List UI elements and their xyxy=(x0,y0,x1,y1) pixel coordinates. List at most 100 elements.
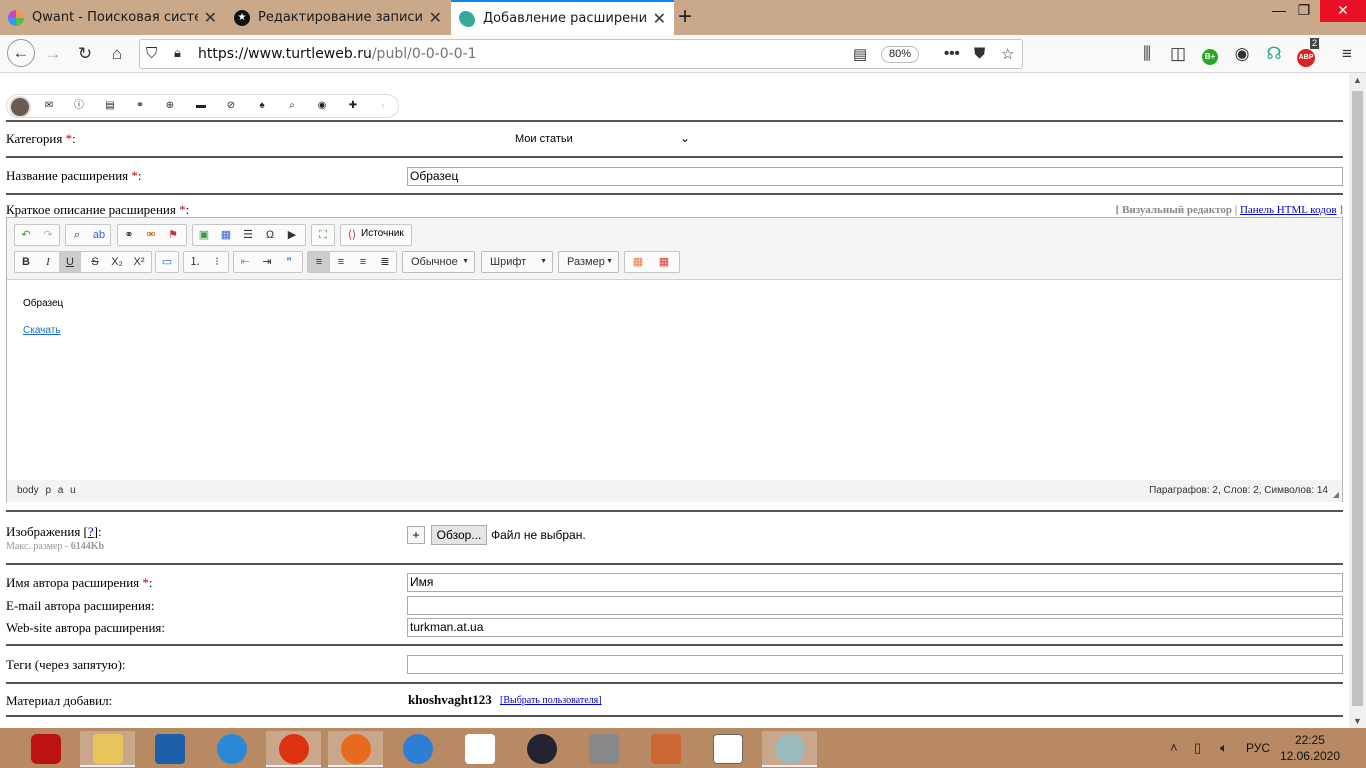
new-tab-button[interactable]: + xyxy=(678,3,692,31)
redo-icon[interactable]: ↷ xyxy=(37,225,59,245)
forward-button[interactable]: → xyxy=(40,41,66,67)
name-input[interactable]: Образец xyxy=(407,167,1343,186)
tab-add-extension[interactable]: Добавление расширения - Ка ✕ xyxy=(451,0,674,35)
close-icon[interactable]: ✕ xyxy=(204,8,217,27)
website-input[interactable]: turkman.at.ua xyxy=(407,618,1343,637)
back-button[interactable]: ← xyxy=(7,39,35,67)
author-input[interactable]: Имя xyxy=(407,573,1343,592)
hr-icon[interactable]: ☰ xyxy=(237,225,259,245)
link-icon[interactable]: ⚭ xyxy=(134,100,146,112)
sidebar-icon[interactable]: ◫ xyxy=(1165,41,1191,67)
download-link[interactable]: Скачать xyxy=(23,325,61,336)
superscript-icon[interactable]: X² xyxy=(128,252,150,272)
add-file-button[interactable]: + xyxy=(407,526,425,544)
info-icon[interactable]: ⓘ xyxy=(73,100,85,112)
tab-qwant[interactable]: Qwant - Поисковая система, к ✕ xyxy=(0,0,225,35)
chevron-down-icon[interactable]: ⌄ xyxy=(680,131,690,146)
text-color-icon[interactable]: ▦ xyxy=(627,252,649,272)
power-icon[interactable] xyxy=(18,731,73,767)
address-bar[interactable]: ⛉ 🔒︎ https://www.turtleweb.ru/publ/0-0-0… xyxy=(139,39,1023,69)
underline-icon[interactable]: U xyxy=(59,252,81,272)
category-select[interactable]: Мои статьи xyxy=(515,133,573,145)
search-icon[interactable]: ⌕ xyxy=(286,100,298,112)
headphones-icon[interactable]: ☊ xyxy=(1261,41,1287,67)
explorer-icon[interactable] xyxy=(80,731,135,767)
align-right-icon[interactable]: ≡ xyxy=(352,252,374,272)
numbered-list-icon[interactable]: ⒈ xyxy=(184,252,206,272)
opera-icon[interactable] xyxy=(266,731,321,767)
page-scrollbar[interactable]: ▲ ▼ xyxy=(1349,73,1366,728)
media-player-icon[interactable] xyxy=(514,731,569,767)
reader-view-icon[interactable]: ▤ xyxy=(853,45,867,63)
align-center-icon[interactable]: ≡ xyxy=(330,252,352,272)
undo-icon[interactable]: ↶ xyxy=(15,225,37,245)
bullet-list-icon[interactable]: ⁝ xyxy=(206,252,228,272)
browse-button[interactable]: Обзор... xyxy=(431,525,487,545)
table-color-icon[interactable]: ▦ xyxy=(653,252,675,272)
tray-expand-icon[interactable]: ˄ xyxy=(1170,740,1178,755)
font-select[interactable]: Шрифт ▼ xyxy=(481,251,553,273)
italic-icon[interactable]: I xyxy=(37,252,59,272)
source-button[interactable]: ⟨⟩ Источник xyxy=(340,224,412,246)
tab-edit-record[interactable]: ★ Редактирование записи ✕ xyxy=(226,0,450,35)
remove-format-icon[interactable]: ▭ xyxy=(156,252,178,272)
home-button[interactable]: ⌂ xyxy=(104,41,130,67)
tags-input[interactable] xyxy=(407,655,1343,674)
mail-icon[interactable]: ✉ xyxy=(43,100,55,112)
element-path[interactable]: body p a u xyxy=(17,485,76,496)
avatar[interactable] xyxy=(9,96,31,118)
account-icon[interactable]: ◉ xyxy=(1229,41,1255,67)
menu-icon[interactable]: ≡ xyxy=(1334,41,1360,67)
url-text[interactable]: https://www.turtleweb.ru/publ/0-0-0-0-1 xyxy=(198,46,477,62)
table-icon[interactable]: ▦ xyxy=(215,225,237,245)
abc-net-icon[interactable] xyxy=(700,731,755,767)
size-select[interactable]: Размер ▼ xyxy=(558,251,619,273)
email-input[interactable] xyxy=(407,596,1343,615)
strike-icon[interactable]: S xyxy=(84,252,106,272)
maximize-icon[interactable]: ⛶ xyxy=(312,225,334,245)
office-icon[interactable] xyxy=(452,731,507,767)
ie-icon[interactable] xyxy=(204,731,259,767)
resize-handle-icon[interactable]: ◢ xyxy=(1333,490,1339,499)
firewall-icon[interactable] xyxy=(576,731,631,767)
library-icon[interactable]: ⫼ xyxy=(1134,41,1160,67)
bold-icon[interactable]: B xyxy=(15,252,37,272)
network-icon[interactable]: ▯ xyxy=(1194,740,1201,756)
pocket-icon[interactable]: ⛊ xyxy=(974,45,985,62)
format-select[interactable]: Обычное ▼ xyxy=(402,251,475,273)
ban-icon[interactable]: ⊘ xyxy=(225,100,237,112)
close-window-button[interactable]: ✕ xyxy=(1320,0,1366,22)
reload-button[interactable]: ↻ xyxy=(72,41,98,67)
bell-icon[interactable]: ♠ xyxy=(256,100,268,112)
language-indicator[interactable]: РУС xyxy=(1246,741,1270,755)
justify-icon[interactable]: ≣ xyxy=(374,252,396,272)
outdent-icon[interactable]: ⇤ xyxy=(234,252,256,272)
html-panel-link[interactable]: Панель HTML кодов xyxy=(1240,204,1337,216)
youtube-icon[interactable]: ▶ xyxy=(281,225,303,245)
clock[interactable]: 22:25 12.06.2020 xyxy=(1280,732,1340,764)
volume-icon[interactable]: 🔈︎ xyxy=(1220,740,1228,756)
image-icon[interactable]: ▣ xyxy=(193,225,215,245)
zoom-indicator[interactable]: 80% xyxy=(881,46,919,63)
bookmark-star-icon[interactable]: ☆ xyxy=(1001,45,1014,63)
firefox-icon[interactable] xyxy=(328,731,383,767)
align-left-icon[interactable]: ≡ xyxy=(308,252,330,272)
scroll-thumb[interactable] xyxy=(1352,91,1363,706)
subscript-icon[interactable]: X₂ xyxy=(106,252,128,272)
news-icon[interactable]: ▤ xyxy=(104,100,116,112)
close-icon[interactable]: ✕ xyxy=(429,8,442,27)
lock-icon[interactable]: 🔒︎ xyxy=(174,45,181,61)
add-icon[interactable]: ⊕ xyxy=(164,100,176,112)
calc-icon[interactable] xyxy=(142,731,197,767)
close-icon[interactable]: ✕ xyxy=(653,9,666,28)
link-icon[interactable]: ⚭ xyxy=(118,225,140,245)
more-actions-icon[interactable]: ••• xyxy=(944,45,960,62)
pick-user-link[interactable]: [Выбрать пользователя] xyxy=(500,695,602,706)
scroll-down-icon[interactable]: ▼ xyxy=(1349,716,1366,726)
collapse-icon[interactable]: ‹ xyxy=(377,100,389,112)
disk-icon[interactable] xyxy=(762,731,817,767)
replace-icon[interactable]: ab xyxy=(88,225,110,245)
editor-content[interactable]: Образец Скачать xyxy=(7,280,1342,480)
adblock-icon[interactable]: ABP 2 xyxy=(1293,38,1320,67)
unlink-icon[interactable]: ⚮ xyxy=(140,225,162,245)
